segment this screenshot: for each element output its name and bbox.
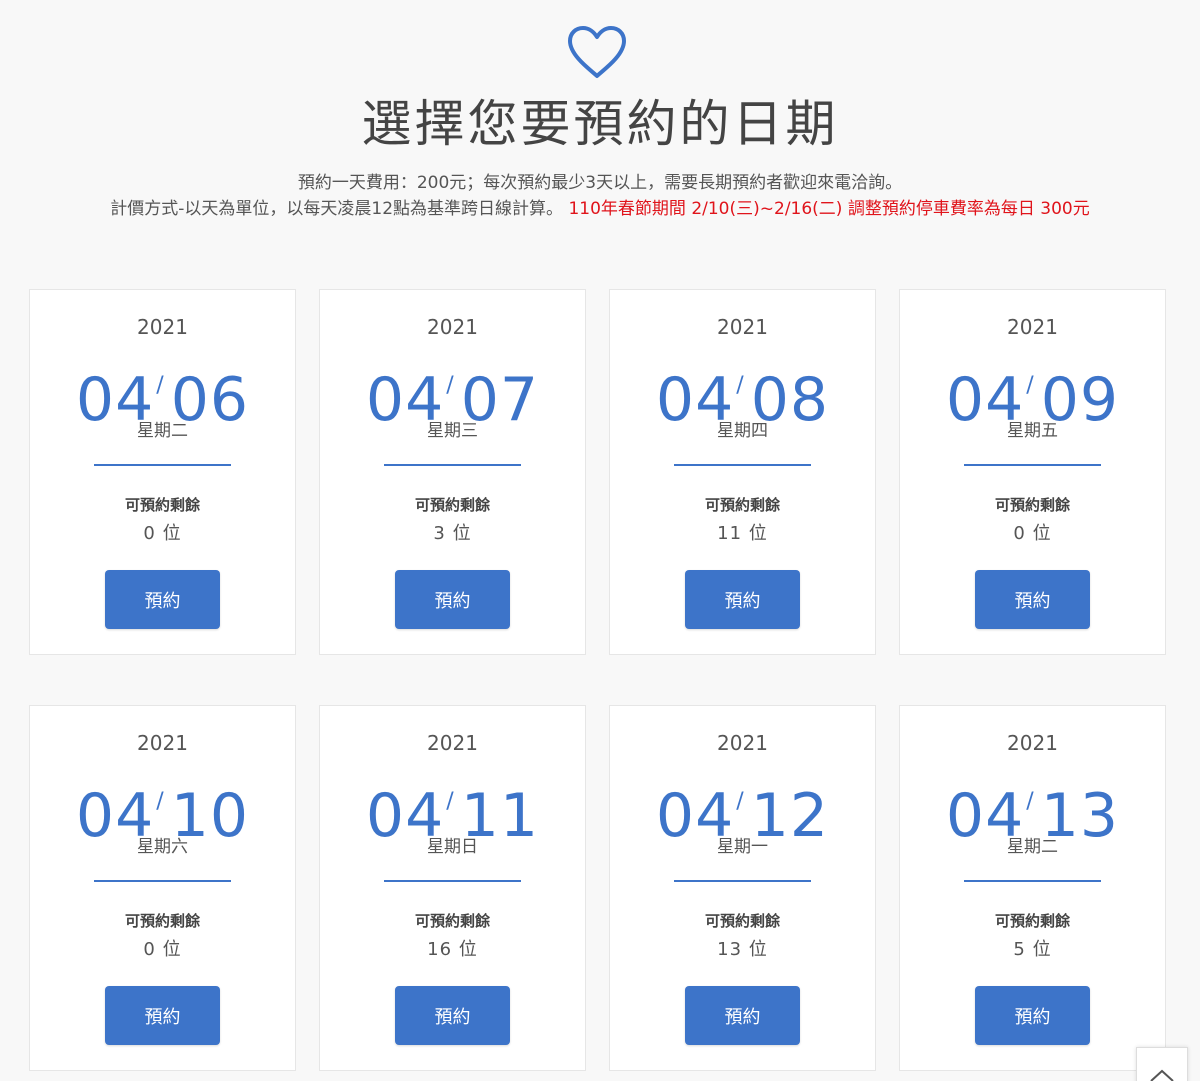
- reserve-button[interactable]: 預約: [975, 570, 1090, 629]
- remaining-label: 可預約剩餘: [414, 496, 490, 514]
- card-year: 2021: [717, 731, 768, 755]
- card-divider: [384, 464, 521, 466]
- remaining-label: 可預約剩餘: [704, 912, 780, 930]
- card-divider: [674, 880, 811, 882]
- date-separator: /: [446, 373, 455, 398]
- card-weekday: 星期六: [137, 837, 188, 857]
- card-divider: [384, 880, 521, 882]
- card-year: 2021: [717, 315, 768, 339]
- remaining-count: 5 位: [1013, 939, 1052, 960]
- remaining-count: 0 位: [1013, 523, 1052, 544]
- date-separator: /: [1026, 373, 1035, 398]
- card-year: 2021: [1007, 731, 1058, 755]
- date-card: 2021 04/10 星期六 可預約剩餘 0 位預約: [29, 705, 296, 1071]
- date-card: 2021 04/08 星期四 可預約剩餘 11 位預約: [609, 289, 876, 655]
- card-weekday: 星期五: [1007, 421, 1058, 441]
- remaining-count: 0 位: [143, 523, 182, 544]
- date-card: 2021 04/09 星期五 可預約剩餘 0 位預約: [899, 289, 1166, 655]
- date-card: 2021 04/06 星期二 可預約剩餘 0 位預約: [29, 289, 296, 655]
- date-separator: /: [156, 373, 165, 398]
- date-separator: /: [1026, 789, 1035, 814]
- fee-info: 預約一天費用：200元；每次預約最少3天以上，需要長期預約者歡迎來電洽詢。: [297, 173, 903, 193]
- card-weekday: 星期日: [427, 837, 478, 857]
- holiday-notice: 110年春節期間 2/10(三)~2/16(二) 調整預約停車費率為每日 300…: [568, 199, 1090, 219]
- remaining-label: 可預約剩餘: [124, 496, 200, 514]
- remaining-label: 可預約剩餘: [704, 496, 780, 514]
- date-separator: /: [736, 789, 745, 814]
- date-card: 2021 04/13 星期二 可預約剩餘 5 位預約: [899, 705, 1166, 1071]
- remaining-label: 可預約剩餘: [994, 496, 1070, 514]
- reserve-button[interactable]: 預約: [395, 986, 510, 1045]
- date-card: 2021 04/12 星期一 可預約剩餘 13 位預約: [609, 705, 876, 1071]
- reserve-button[interactable]: 預約: [105, 986, 220, 1045]
- remaining-label: 可預約剩餘: [414, 912, 490, 930]
- card-divider: [94, 880, 231, 882]
- date-card-grid: 2021 04/06 星期二 可預約剩餘 0 位預約 2021 04/07 星期三 可預約剩餘 3…: [29, 289, 1169, 1071]
- card-year: 2021: [1007, 315, 1058, 339]
- reserve-button[interactable]: 預約: [685, 570, 800, 629]
- remaining-count: 11 位: [717, 523, 768, 544]
- date-card: 2021 04/11 星期日 可預約剩餘 16 位預約: [319, 705, 586, 1071]
- reserve-button[interactable]: 預約: [395, 570, 510, 629]
- reserve-button[interactable]: 預約: [105, 570, 220, 629]
- remaining-label: 可預約剩餘: [994, 912, 1070, 930]
- card-weekday: 星期三: [427, 421, 478, 441]
- reserve-button[interactable]: 預約: [975, 986, 1090, 1045]
- card-weekday: 星期二: [1007, 837, 1058, 857]
- card-year: 2021: [427, 731, 478, 755]
- remaining-count: 16 位: [427, 939, 478, 960]
- date-card: 2021 04/07 星期三 可預約剩餘 3 位預約: [319, 289, 586, 655]
- remaining-count: 13 位: [717, 939, 768, 960]
- date-separator: /: [736, 373, 745, 398]
- page: 選擇您要預約的日期 預約一天費用：200元；每次預約最少3天以上，需要長期預約者…: [0, 0, 1200, 1081]
- billing-info: 計價方式-以天為單位，以每天凌晨12點為基準跨日線計算。 110年春節期間 2/…: [0, 197, 1200, 221]
- remaining-label: 可預約剩餘: [124, 912, 200, 930]
- card-weekday: 星期四: [717, 421, 768, 441]
- card-year: 2021: [427, 315, 478, 339]
- heart-icon: [568, 26, 626, 78]
- card-weekday: 星期二: [137, 421, 188, 441]
- remaining-count: 0 位: [143, 939, 182, 960]
- page-title: 選擇您要預約的日期: [361, 95, 839, 153]
- chevron-up-icon: [1150, 1069, 1174, 1081]
- date-separator: /: [156, 789, 165, 814]
- card-divider: [964, 880, 1101, 882]
- card-divider: [94, 464, 231, 466]
- scroll-to-top-button[interactable]: [1136, 1047, 1188, 1081]
- card-year: 2021: [137, 315, 188, 339]
- remaining-count: 3 位: [433, 523, 472, 544]
- card-weekday: 星期一: [717, 837, 768, 857]
- card-divider: [674, 464, 811, 466]
- card-year: 2021: [137, 731, 188, 755]
- card-divider: [964, 464, 1101, 466]
- reserve-button[interactable]: 預約: [685, 986, 800, 1045]
- date-separator: /: [446, 789, 455, 814]
- billing-method-text: 計價方式-以天為單位，以每天凌晨12點為基準跨日線計算。: [110, 199, 564, 219]
